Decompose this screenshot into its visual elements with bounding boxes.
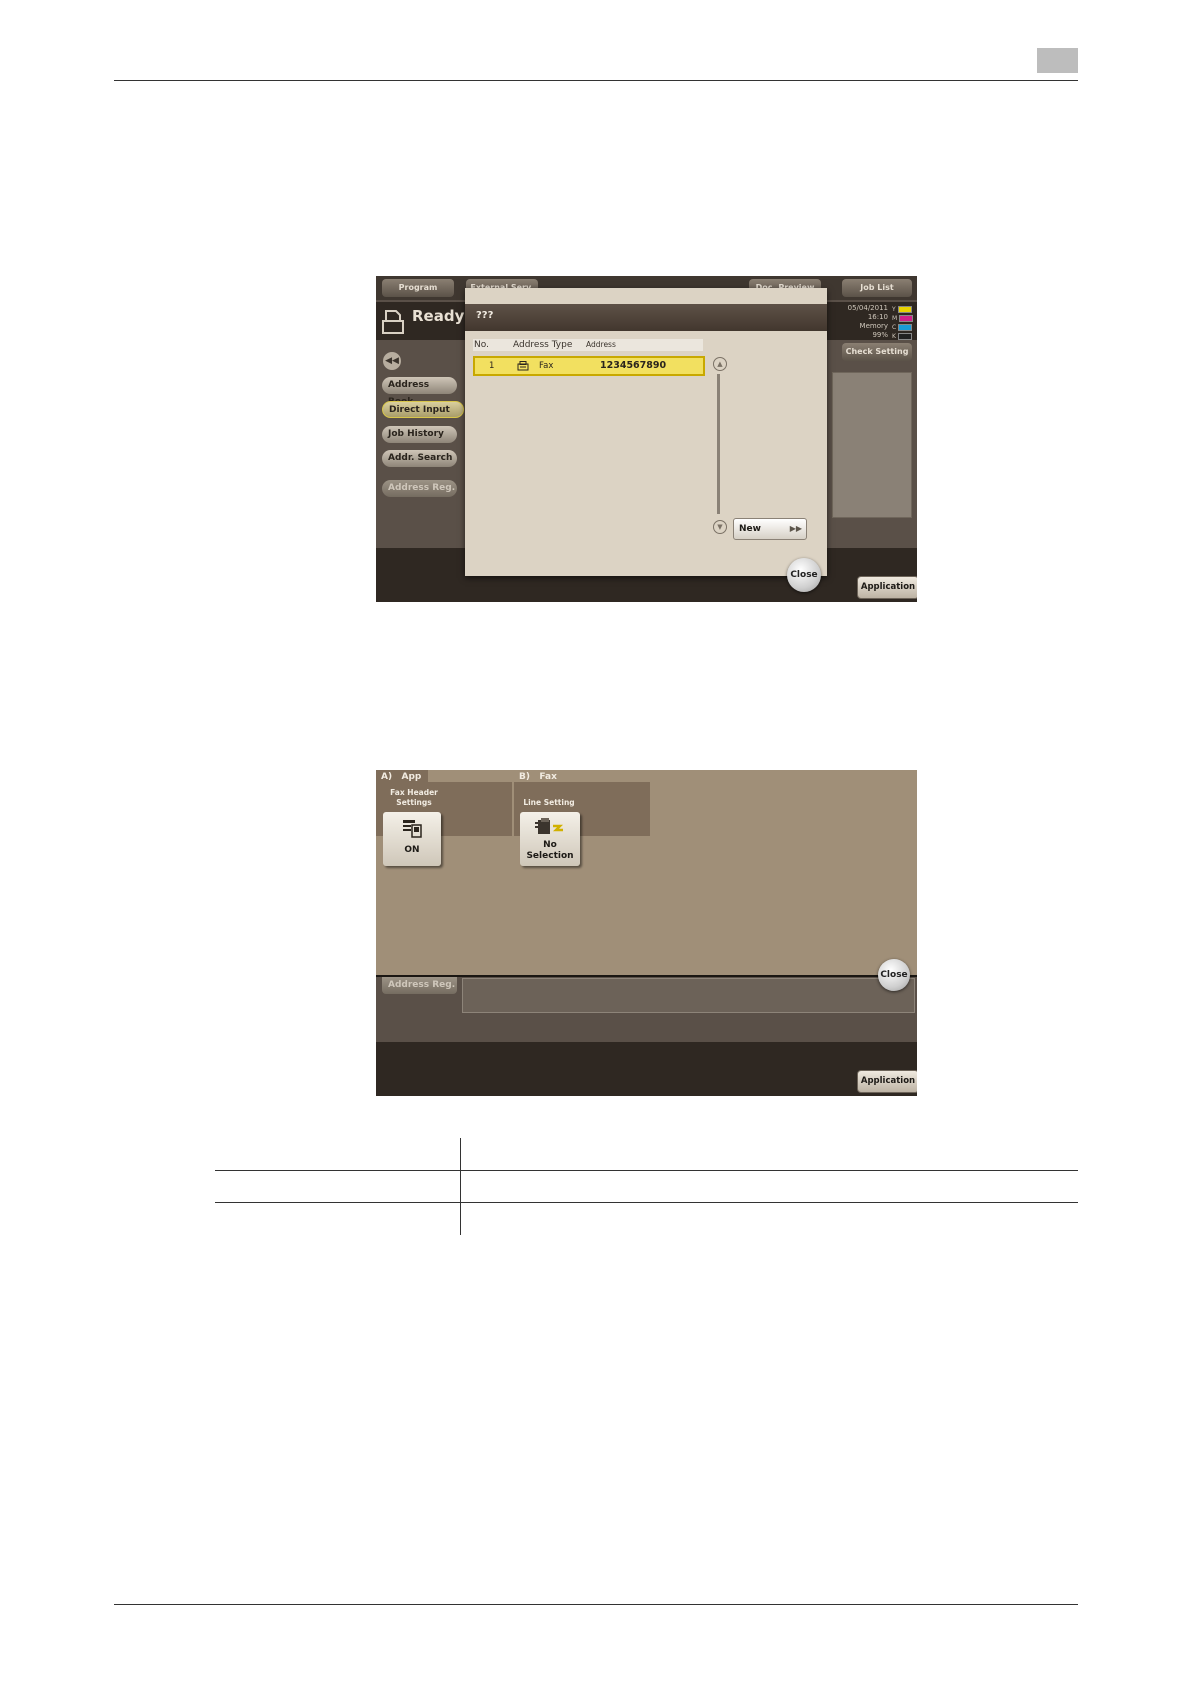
time-text: 16:10 xyxy=(867,313,888,321)
toner-levels: YMCK xyxy=(892,305,914,341)
toner-m-indicator: M xyxy=(892,314,914,323)
group-a-sub-line2: Settings xyxy=(396,798,432,807)
check-setting-button[interactable]: Check Setting xyxy=(842,343,912,361)
footer-rule xyxy=(114,1604,1078,1605)
fax-header-value: ON xyxy=(404,845,420,855)
fax-line-icon xyxy=(534,817,566,837)
row-address: 1234567890 xyxy=(600,360,667,371)
row-no: 1 xyxy=(489,361,495,371)
address-entry-screen: Program External Serv. Doc. Preview Job … xyxy=(376,276,917,602)
col-address-type: Address Type xyxy=(513,340,573,350)
table-row-rule xyxy=(215,1202,1078,1203)
back-arrow-icon[interactable]: ◀◀ xyxy=(383,352,401,370)
group-b-header: B) Fax xyxy=(519,772,557,782)
group-b-sub: Line Setting xyxy=(523,798,575,807)
input-display-area xyxy=(462,978,915,1013)
toner-bar xyxy=(898,324,913,331)
header-rule xyxy=(114,80,1078,81)
line-setting-value-line2: Selection xyxy=(526,851,574,861)
new-button-label: New xyxy=(739,524,761,534)
dialog-title-bar xyxy=(465,304,827,331)
job-list-button[interactable]: Job List xyxy=(842,279,912,297)
scroll-down-icon[interactable]: ▼ xyxy=(713,520,727,534)
application-button[interactable]: Application xyxy=(857,1070,917,1093)
empty-table xyxy=(215,1138,1078,1235)
memory-label: Memory xyxy=(859,322,888,330)
toner-bar xyxy=(897,333,912,340)
close-button[interactable]: Close xyxy=(878,959,910,991)
scroll-track[interactable] xyxy=(717,374,720,514)
close-button[interactable]: Close xyxy=(787,558,821,592)
memory-value: 99% xyxy=(872,331,888,339)
toner-bar xyxy=(899,315,914,322)
dialog-title: ??? xyxy=(476,310,494,321)
row-type: Fax xyxy=(539,361,554,371)
fax-icon xyxy=(517,361,529,371)
col-no: No. xyxy=(474,340,489,350)
toner-label: C xyxy=(892,324,897,331)
line-setting-value: No Selection xyxy=(520,840,580,862)
sidebar-item-job-history[interactable]: Job History xyxy=(382,426,457,443)
program-button[interactable]: Program xyxy=(382,279,454,297)
document-header-icon xyxy=(401,818,423,838)
address-reg-button[interactable]: Address Reg. xyxy=(382,977,457,994)
right-preview-area xyxy=(832,372,912,518)
fax-header-settings-button[interactable]: ON xyxy=(383,812,441,866)
toner-y-indicator: Y xyxy=(892,305,914,314)
table-col-divider xyxy=(460,1138,461,1235)
toner-label: M xyxy=(892,315,898,322)
toner-k-indicator: K xyxy=(892,332,914,341)
toner-label: Y xyxy=(892,306,896,313)
sidebar-item-address-book[interactable]: Address Book xyxy=(382,377,457,407)
printer-icon xyxy=(382,309,404,335)
toner-c-indicator: C xyxy=(892,323,914,332)
toner-bar xyxy=(897,306,912,313)
double-arrow-icon: ▶▶ xyxy=(789,524,802,533)
page-number-box xyxy=(1037,48,1078,73)
group-a-header: A) App xyxy=(381,772,422,782)
scroll-up-icon[interactable]: ▲ xyxy=(713,357,727,371)
application-button[interactable]: Application xyxy=(857,576,917,599)
sidebar-item-addr-search[interactable]: Addr. Search xyxy=(382,450,457,467)
group-a-sub: Fax Header Settings xyxy=(386,788,442,808)
table-row[interactable]: 1 Fax 1234567890 xyxy=(473,356,705,376)
group-a-sub-line1: Fax Header xyxy=(390,788,438,797)
application-screen: A) App Fax Header Settings ON B) Fax Lin… xyxy=(376,770,917,1096)
table-header: No. Address Type Address xyxy=(473,339,703,351)
sidebar-item-direct-input[interactable]: Direct Input xyxy=(382,401,464,418)
datetime-readout: 05/04/2011 16:10 Memory 99% xyxy=(838,304,888,340)
col-address: Address xyxy=(586,340,616,349)
bottom-bar xyxy=(376,1042,917,1096)
line-setting-value-line1: No xyxy=(543,840,557,850)
sidebar-item-address-reg[interactable]: Address Reg. xyxy=(382,480,457,497)
line-setting-button[interactable]: No Selection xyxy=(520,812,580,866)
date-text: 05/04/2011 xyxy=(847,304,888,312)
new-button[interactable]: New ▶▶ xyxy=(733,518,807,540)
address-dialog: ??? No. Address Type Address 1 Fax 12345… xyxy=(465,288,827,576)
table-row-rule xyxy=(215,1170,1078,1171)
toner-label: K xyxy=(892,333,896,340)
